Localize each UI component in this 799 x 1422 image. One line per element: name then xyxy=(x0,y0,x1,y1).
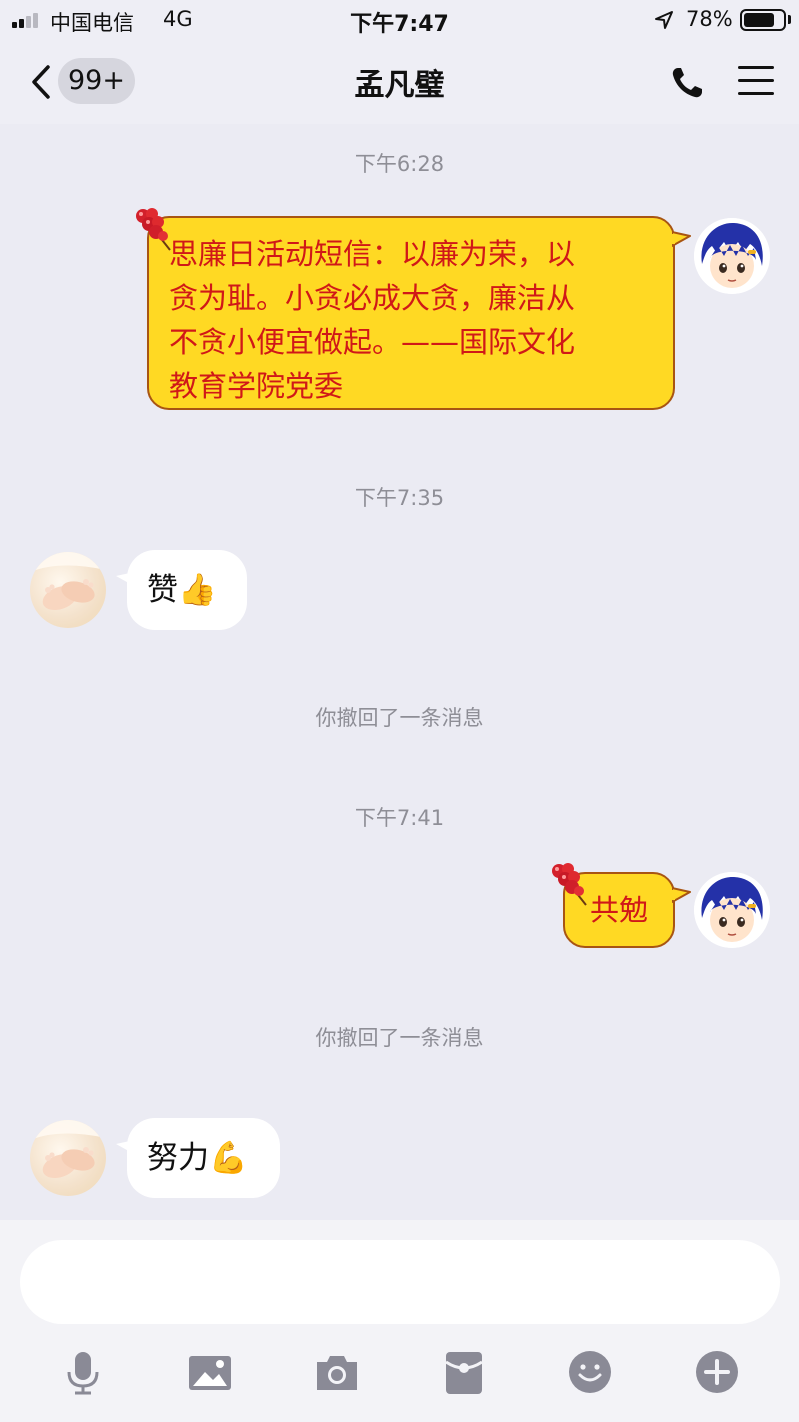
message-text-line: 贪为耻。小贪必成大贪，廉洁从 xyxy=(169,281,576,315)
location-arrow-icon xyxy=(655,11,673,29)
message-text-line: 思廉日活动短信：以廉为荣，以 xyxy=(169,237,576,271)
image-icon[interactable] xyxy=(186,1348,234,1396)
contact-avatar[interactable] xyxy=(30,552,106,628)
incoming-message-bubble[interactable]: 努力💪 xyxy=(127,1118,280,1198)
battery-fill xyxy=(744,13,774,27)
message-input[interactable] xyxy=(20,1240,780,1324)
candied-haws-icon xyxy=(552,863,587,906)
incoming-message-bubble[interactable]: 赞👍 xyxy=(127,550,247,630)
anime-girl-avatar-icon xyxy=(694,872,770,948)
red-packet-icon[interactable] xyxy=(440,1348,488,1396)
outgoing-message-bubble[interactable]: 思廉日活动短信：以廉为荣，以 贪为耻。小贪必成大贪，廉洁从 不贪小便宜做起。——… xyxy=(147,216,675,410)
baby-feet-photo xyxy=(30,1120,106,1179)
message-list[interactable]: 下午6:28 思廉日活动短信：以廉为荣，以 贪为耻。小贪必成大贪，廉洁从 不贪小… xyxy=(0,124,799,1220)
message-text-line: 不贪小便宜做起。——国际文化 xyxy=(169,325,576,359)
menu-icon[interactable] xyxy=(738,66,774,96)
timestamp: 下午7:35 xyxy=(354,486,445,510)
battery-tip xyxy=(788,15,791,24)
recalled-message-notice: 你撤回了一条消息 xyxy=(315,1026,484,1050)
contact-avatar[interactable] xyxy=(30,1120,106,1196)
bubble-tail xyxy=(672,887,691,903)
battery-icon xyxy=(740,9,786,31)
self-avatar[interactable] xyxy=(694,218,770,294)
anime-girl-avatar-icon xyxy=(694,218,770,294)
camera-icon[interactable] xyxy=(313,1348,361,1396)
phone-call-icon[interactable] xyxy=(670,66,706,100)
clock: 下午7:47 xyxy=(350,12,449,37)
timestamp: 下午7:41 xyxy=(354,806,445,830)
status-bar: 中国电信 4G 下午7:47 78% xyxy=(0,0,799,40)
emoji-icon[interactable] xyxy=(566,1348,614,1396)
message-text-line: 教育学院党委 xyxy=(169,369,344,403)
candied-haws-icon xyxy=(136,208,171,251)
baby-feet-photo xyxy=(30,552,106,611)
self-avatar[interactable] xyxy=(694,872,770,948)
voice-icon[interactable] xyxy=(59,1348,107,1396)
chat-header: 99+ 孟凡璧 xyxy=(0,40,799,124)
battery-percent: 78% xyxy=(686,7,733,31)
composer xyxy=(0,1220,799,1422)
recalled-message-notice: 你撤回了一条消息 xyxy=(315,706,484,730)
timestamp: 下午6:28 xyxy=(354,152,445,176)
plus-icon[interactable] xyxy=(693,1348,741,1396)
bubble-tail xyxy=(672,231,691,247)
